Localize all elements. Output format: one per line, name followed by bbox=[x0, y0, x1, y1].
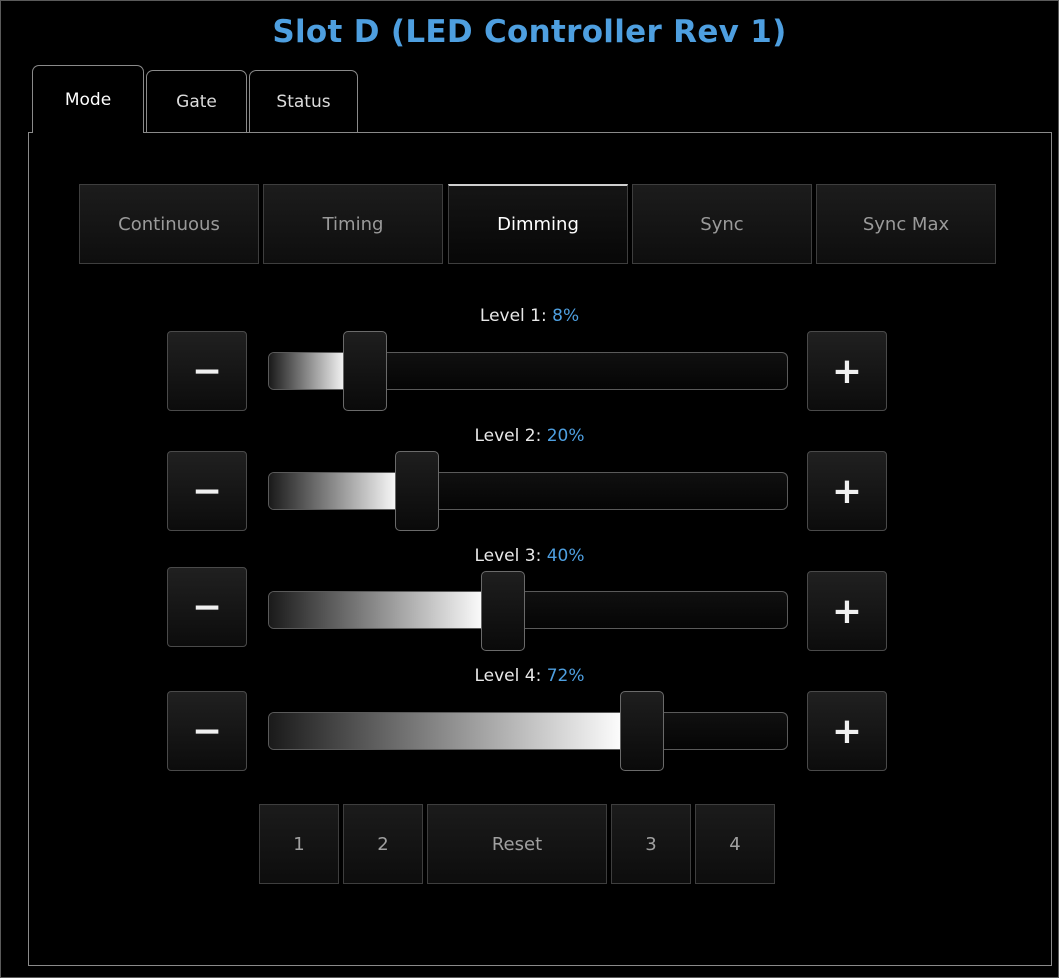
mode-button-continuous[interactable]: Continuous bbox=[79, 184, 259, 264]
tab-gate[interactable]: Gate bbox=[146, 70, 247, 132]
level-2-slider-track[interactable] bbox=[268, 472, 788, 510]
level-4-value: 72% bbox=[546, 666, 585, 686]
level-1-slider-thumb[interactable] bbox=[343, 331, 387, 411]
minus-icon: − bbox=[191, 470, 223, 512]
level-4-slider-fill bbox=[269, 713, 625, 749]
level-2-label: Level 2: 20% bbox=[0, 426, 1059, 446]
level-4-slider-thumb[interactable] bbox=[620, 691, 664, 771]
level-4-name: Level 4: bbox=[474, 666, 542, 686]
level-3-increase-button[interactable]: + bbox=[807, 571, 887, 651]
level-2-slider-fill bbox=[269, 473, 400, 509]
minus-icon: − bbox=[191, 710, 223, 752]
level-4-slider-track[interactable] bbox=[268, 712, 788, 750]
mode-button-timing[interactable]: Timing bbox=[263, 184, 443, 264]
level-2-name: Level 2: bbox=[474, 426, 542, 446]
level-1-decrease-button[interactable]: − bbox=[167, 331, 247, 411]
mode-button-sync-max[interactable]: Sync Max bbox=[816, 184, 996, 264]
minus-icon: − bbox=[191, 350, 223, 392]
level-3-decrease-button[interactable]: − bbox=[167, 567, 247, 647]
level-2-increase-button[interactable]: + bbox=[807, 451, 887, 531]
level-1-increase-button[interactable]: + bbox=[807, 331, 887, 411]
mode-button-sync[interactable]: Sync bbox=[632, 184, 812, 264]
plus-icon: + bbox=[831, 470, 863, 512]
minus-icon: − bbox=[191, 586, 223, 628]
level-3-label: Level 3: 40% bbox=[0, 546, 1059, 566]
plus-icon: + bbox=[831, 350, 863, 392]
preset-button-4[interactable]: 4 bbox=[695, 804, 775, 884]
tab-status[interactable]: Status bbox=[249, 70, 358, 132]
level-3-slider-fill bbox=[269, 592, 486, 628]
level-1-label: Level 1: 8% bbox=[0, 306, 1059, 326]
reset-button[interactable]: Reset bbox=[427, 804, 607, 884]
level-1-slider-fill bbox=[269, 353, 348, 389]
level-2-value: 20% bbox=[546, 426, 585, 446]
level-2-decrease-button[interactable]: − bbox=[167, 451, 247, 531]
preset-button-2[interactable]: 2 bbox=[343, 804, 423, 884]
plus-icon: + bbox=[831, 590, 863, 632]
page-title: Slot D (LED Controller Rev 1) bbox=[272, 14, 787, 50]
level-2-slider-thumb[interactable] bbox=[395, 451, 439, 531]
level-1-value: 8% bbox=[552, 306, 580, 326]
plus-icon: + bbox=[831, 710, 863, 752]
preset-button-1[interactable]: 1 bbox=[259, 804, 339, 884]
level-3-slider-track[interactable] bbox=[268, 591, 788, 629]
level-4-increase-button[interactable]: + bbox=[807, 691, 887, 771]
mode-button-dimming[interactable]: Dimming bbox=[448, 184, 628, 264]
level-3-name: Level 3: bbox=[474, 546, 542, 566]
level-4-decrease-button[interactable]: − bbox=[167, 691, 247, 771]
tab-mode[interactable]: Mode bbox=[32, 65, 144, 133]
preset-button-3[interactable]: 3 bbox=[611, 804, 691, 884]
level-3-value: 40% bbox=[546, 546, 585, 566]
level-4-label: Level 4: 72% bbox=[0, 666, 1059, 686]
level-3-slider-thumb[interactable] bbox=[481, 571, 525, 651]
level-1-name: Level 1: bbox=[479, 306, 547, 326]
